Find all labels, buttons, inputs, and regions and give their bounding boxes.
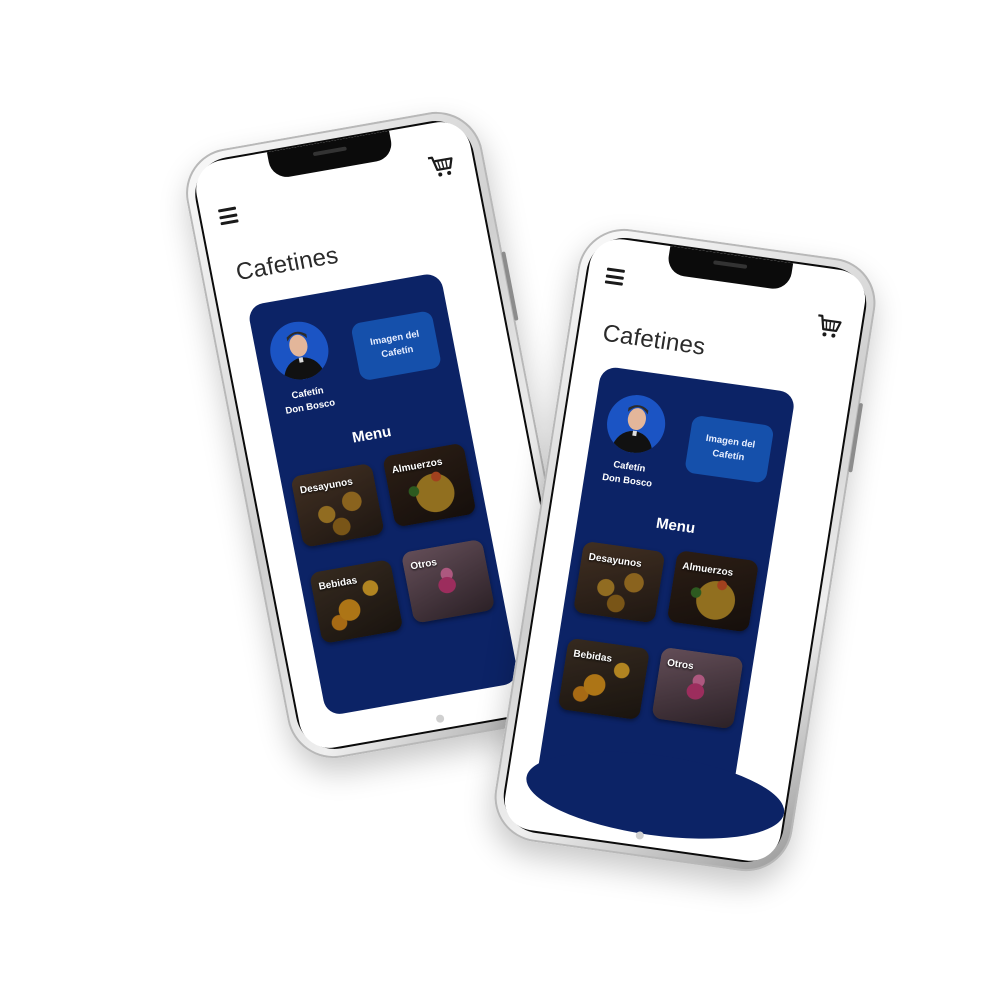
phone-mockup-right: Cafetines Cafetín Don Bosco Imagen del C… bbox=[487, 222, 883, 878]
category-card-desayunos[interactable]: Desayunos bbox=[290, 462, 385, 548]
hamburger-menu-icon[interactable] bbox=[217, 206, 239, 226]
profile-avatar[interactable] bbox=[265, 317, 334, 385]
profile-avatar[interactable] bbox=[602, 391, 670, 457]
category-card-otros[interactable]: Otros bbox=[400, 538, 496, 624]
person-portrait-icon bbox=[610, 405, 653, 456]
menu-heading: Menu bbox=[654, 514, 697, 538]
category-card-bebidas[interactable]: Bebidas bbox=[308, 559, 404, 644]
mockup-stage: Cafetines Cafetín Don Bosco Imagen del C… bbox=[0, 0, 1000, 1000]
phone-screen: Cafetines Cafetín Don Bosco Imagen del C… bbox=[500, 235, 870, 865]
page-title: Cafetines bbox=[233, 241, 341, 287]
page-title: Cafetines bbox=[600, 319, 708, 361]
speaker-grille bbox=[312, 146, 347, 157]
cafeteria-panel: Cafetín Don Bosco Imagen del Cafetín Men… bbox=[246, 272, 520, 717]
category-card-desayunos[interactable]: Desayunos bbox=[572, 540, 666, 624]
cafeteria-name: Cafetín Don Bosco bbox=[587, 455, 669, 494]
shopping-cart-icon[interactable] bbox=[425, 150, 458, 182]
cafeteria-panel: Cafetín Don Bosco Imagen del Cafetín Men… bbox=[520, 365, 796, 853]
hamburger-menu-icon[interactable] bbox=[604, 267, 626, 286]
home-indicator bbox=[435, 714, 445, 724]
category-card-otros[interactable]: Otros bbox=[651, 646, 744, 730]
category-card-almuerzos[interactable]: Almuerzos bbox=[382, 442, 477, 528]
category-card-almuerzos[interactable]: Almuerzos bbox=[666, 550, 760, 633]
person-portrait-icon bbox=[284, 331, 326, 383]
cafeteria-image-placeholder[interactable]: Imagen del Cafetín bbox=[350, 310, 443, 382]
speaker-grille bbox=[713, 260, 748, 269]
home-indicator bbox=[635, 830, 645, 840]
cafeteria-image-placeholder[interactable]: Imagen del Cafetín bbox=[684, 414, 775, 484]
cafeteria-name: Cafetín Don Bosco bbox=[268, 380, 350, 421]
power-button bbox=[848, 402, 864, 473]
shopping-cart-icon[interactable] bbox=[813, 311, 845, 343]
category-card-bebidas[interactable]: Bebidas bbox=[557, 637, 651, 721]
